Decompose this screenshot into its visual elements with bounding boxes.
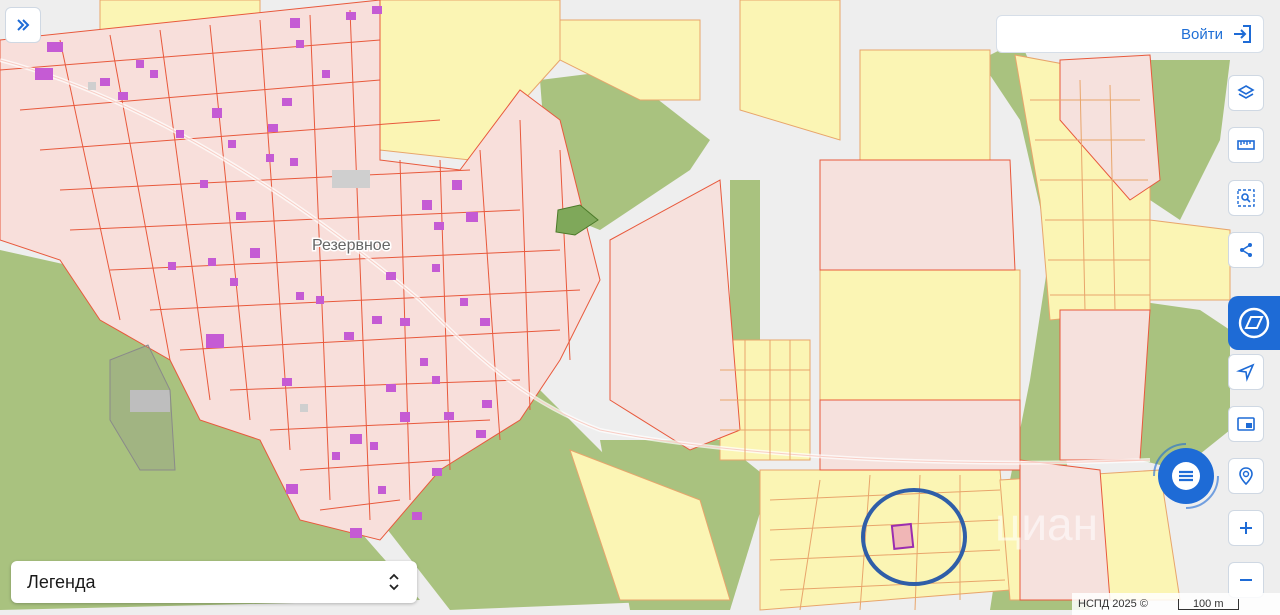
legend-label: Легенда xyxy=(27,571,96,592)
place-label: Резервное xyxy=(312,237,391,254)
area-search-icon xyxy=(1237,189,1255,207)
map-canvas[interactable]: Резервное циан xyxy=(0,0,1280,615)
locate-button[interactable] xyxy=(1228,354,1264,390)
ruler-button[interactable] xyxy=(1228,127,1264,163)
ruler-icon xyxy=(1237,140,1255,150)
minimap-button[interactable] xyxy=(1228,406,1264,442)
layers-icon xyxy=(1237,85,1255,99)
legend-panel[interactable]: Легенда xyxy=(11,561,417,603)
geo-search-icon xyxy=(1239,467,1253,486)
attribution-text: НСПД 2025 © xyxy=(1078,598,1148,610)
map-attribution: НСПД 2025 © 100 m xyxy=(1072,593,1280,615)
login-button[interactable]: Войти xyxy=(996,15,1264,53)
area-search-button[interactable] xyxy=(1228,180,1264,216)
locate-icon xyxy=(1236,363,1255,382)
chat-icon xyxy=(1172,462,1200,490)
chat-button[interactable] xyxy=(1158,448,1214,504)
minimap-icon xyxy=(1237,417,1255,431)
expand-panel-button[interactable] xyxy=(5,7,41,43)
share-button[interactable] xyxy=(1228,232,1264,268)
geo-search-button[interactable] xyxy=(1228,458,1264,494)
login-icon xyxy=(1234,25,1251,43)
watermark: циан xyxy=(995,498,1098,550)
zoom-out-icon xyxy=(1240,579,1252,581)
chevron-up-down-icon xyxy=(389,573,399,591)
nspd-logo-icon xyxy=(1238,307,1270,339)
login-label: Войти xyxy=(1181,25,1223,43)
zoom-in-button[interactable] xyxy=(1228,510,1264,546)
nspd-logo-button[interactable] xyxy=(1228,296,1280,350)
scale-bar: 100 m xyxy=(1177,598,1239,610)
selected-parcel xyxy=(890,522,915,550)
zoom-in-icon xyxy=(1240,522,1252,534)
share-icon xyxy=(1240,243,1252,257)
layers-button[interactable] xyxy=(1228,75,1264,111)
double-chevron-right-icon xyxy=(17,19,30,31)
